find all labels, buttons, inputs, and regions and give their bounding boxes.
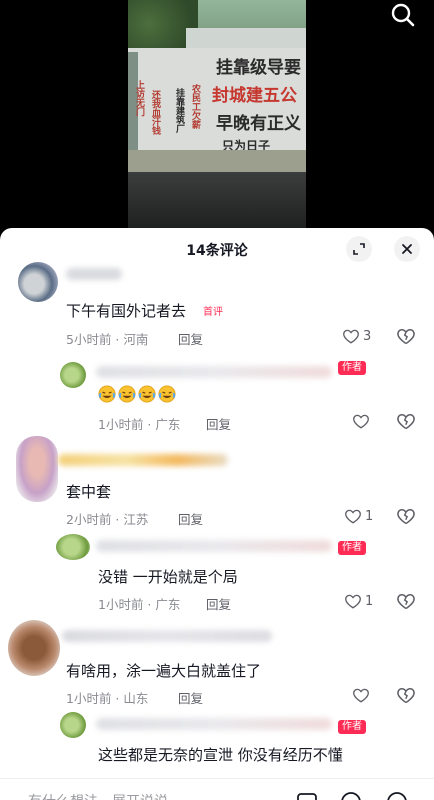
- avatar[interactable]: [60, 712, 86, 738]
- like-button[interactable]: [352, 685, 370, 705]
- broken-heart-icon: [397, 593, 415, 610]
- video-sign-line1: 挂靠级导要: [216, 58, 301, 78]
- emoji-reaction-row: [98, 385, 176, 403]
- author-tag: 作者: [338, 361, 366, 375]
- comment-input[interactable]: 有什么想法，展开说说: [28, 791, 168, 800]
- comment-text: 有啥用，涂一遍大白就盖住了: [66, 662, 262, 680]
- video-side-text1: 上访无门: [134, 80, 144, 116]
- laughing-crying-emoji-icon: [118, 385, 136, 403]
- video-side-text4: 农民工欠薪: [190, 84, 200, 129]
- heart-icon: [353, 688, 369, 703]
- expand-icon: [353, 243, 365, 255]
- dislike-button[interactable]: [396, 591, 416, 611]
- emoji-icon[interactable]: [386, 791, 408, 800]
- comment-sheet: 14条评论 下午有国外记者去 首评 5小时前 · 河南 回复 3 作者 1小时前…: [0, 228, 434, 800]
- laughing-crying-emoji-icon: [138, 385, 156, 403]
- avatar[interactable]: [56, 534, 90, 560]
- like-button[interactable]: 3: [342, 326, 371, 346]
- like-button[interactable]: 1: [344, 591, 373, 611]
- broken-heart-icon: [397, 508, 415, 525]
- close-icon: [402, 244, 412, 254]
- comment-text: 套中套: [66, 483, 112, 501]
- username-blurred[interactable]: [96, 540, 332, 552]
- video-sign-line3: 早晚有正义: [216, 114, 301, 134]
- image-icon[interactable]: [296, 791, 318, 800]
- comment-time: 1小时前 · 山东: [66, 691, 149, 706]
- username-blurred[interactable]: [58, 454, 228, 466]
- comment-time: 1小时前 · 广东: [98, 417, 181, 432]
- expand-button[interactable]: [346, 236, 372, 262]
- author-tag: 作者: [338, 720, 366, 734]
- video-player[interactable]: 挂靠级导要 封城建五公 早晚有正义 只为日子 上访无门 还我血汗钱 挂靠建筑厂 …: [0, 0, 434, 232]
- username-blurred[interactable]: [66, 268, 122, 280]
- video-side-text2: 还我血汗钱: [150, 90, 160, 135]
- avatar[interactable]: [16, 436, 58, 502]
- dislike-button[interactable]: [396, 326, 416, 346]
- avatar[interactable]: [60, 362, 86, 388]
- video-car-dashboard: [128, 172, 306, 232]
- reply-button[interactable]: 回复: [178, 688, 203, 707]
- broken-heart-icon: [397, 413, 415, 430]
- comment-input-bar[interactable]: 有什么想法，展开说说: [0, 778, 434, 800]
- comment-text: 下午有国外记者去: [66, 302, 187, 320]
- like-count: 1: [365, 593, 374, 609]
- reply-button[interactable]: 回复: [178, 329, 203, 348]
- broken-heart-icon: [397, 687, 415, 704]
- dislike-button[interactable]: [396, 411, 416, 431]
- comment-time: 5小时前 · 河南: [66, 332, 149, 347]
- heart-icon: [345, 594, 361, 609]
- mention-icon[interactable]: [340, 791, 362, 800]
- avatar[interactable]: [18, 262, 58, 302]
- like-button[interactable]: [352, 411, 370, 431]
- username-blurred[interactable]: [96, 366, 332, 378]
- like-count: 3: [363, 328, 372, 344]
- heart-icon: [345, 509, 361, 524]
- author-tag: 作者: [338, 541, 366, 555]
- heart-icon: [343, 329, 359, 344]
- search-icon[interactable]: [390, 2, 416, 28]
- laughing-crying-emoji-icon: [158, 385, 176, 403]
- laughing-crying-emoji-icon: [98, 385, 116, 403]
- comment-text: 没错 一开始就是个局: [98, 568, 238, 586]
- username-blurred[interactable]: [96, 718, 332, 730]
- first-comment-tag: 首评: [203, 307, 223, 318]
- dislike-button[interactable]: [396, 506, 416, 526]
- comment-time: 1小时前 · 广东: [98, 597, 181, 612]
- reply-button[interactable]: 回复: [178, 509, 203, 528]
- like-button[interactable]: 1: [344, 506, 373, 526]
- like-count: 1: [365, 508, 374, 524]
- avatar[interactable]: [8, 620, 60, 676]
- reply-button[interactable]: 回复: [206, 594, 231, 613]
- video-side-text3: 挂靠建筑厂: [174, 88, 184, 133]
- video-sign-line2: 封城建五公: [212, 86, 297, 106]
- video-frame: 挂靠级导要 封城建五公 早晚有正义 只为日子 上访无门 还我血汗钱 挂靠建筑厂 …: [128, 0, 306, 232]
- username-blurred[interactable]: [62, 630, 272, 642]
- dislike-button[interactable]: [396, 685, 416, 705]
- heart-icon: [353, 414, 369, 429]
- comment-time: 2小时前 · 江苏: [66, 512, 149, 527]
- comment-text: 这些都是无奈的宣泄 你没有经历不懂: [98, 746, 343, 764]
- reply-button[interactable]: 回复: [206, 414, 231, 433]
- broken-heart-icon: [397, 328, 415, 345]
- close-button[interactable]: [394, 236, 420, 262]
